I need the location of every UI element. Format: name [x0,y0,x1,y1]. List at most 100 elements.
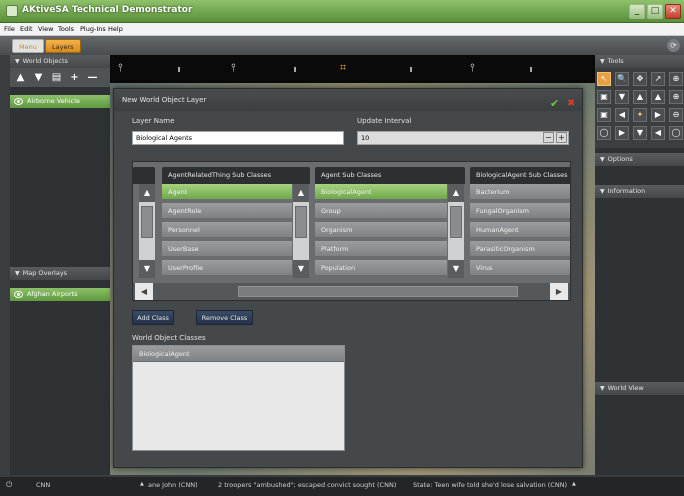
rotate-right-icon[interactable]: ◯ [669,126,683,140]
list-item[interactable]: Group [315,203,447,219]
compass-center-icon[interactable]: ✦ [633,108,647,122]
world-view-header[interactable]: ▼ World View [595,382,684,395]
scrollbar[interactable]: ▲ ▼ [293,184,309,278]
scrollbar[interactable]: ▲ ▼ [448,184,464,278]
tools-grid: ↖ 🔍 ✥ ↗ ⊕ ▣ ▼ ▲ ▲ ⊕ ▣ ◀ ✦ ▶ ⊖ ◯ ▶ ▼ ◀ ◯ [595,68,684,148]
add-class-button[interactable]: Add Class [132,310,174,325]
world-object-classes-list[interactable]: BiologicalAgent [132,345,345,451]
list-item[interactable]: HumanAgent [470,222,570,238]
area-tool-icon[interactable]: ▣ [597,108,611,122]
menu-edit[interactable]: Edit [20,25,33,33]
pointer-tool-icon[interactable]: ↗ [651,72,665,86]
tab-layers[interactable]: Layers [45,39,81,53]
list-item[interactable]: Bacterium [470,184,570,200]
tab-menu[interactable]: Menu [12,39,44,53]
list-item[interactable]: UserProfile [162,260,292,276]
collapse-arrow-icon: ▼ [15,58,20,65]
visibility-eye-icon[interactable] [14,98,23,105]
cancel-x-icon[interactable]: ✖ [567,93,575,115]
column-header: BiologicalAgent Sub Classes [470,167,570,184]
scroll-thumb[interactable] [295,206,307,238]
options-header[interactable]: ▼ Options [595,153,684,166]
zoom-in-icon[interactable]: ⊕ [669,72,683,86]
scroll-down-icon[interactable]: ▼ [448,260,464,278]
rewind-icon[interactable]: ◀ [651,126,665,140]
scroll-thumb[interactable] [238,286,518,297]
layer-name-label: Layer Name [132,117,175,125]
menu-help[interactable]: Help [108,25,123,33]
tilt-down-icon[interactable]: ▼ [615,90,629,104]
ticker-item[interactable]: 2 troopers "ambushed"; escaped convict s… [218,481,396,489]
information-header[interactable]: ▼ Information [595,185,684,198]
list-item[interactable]: Agent [162,184,292,200]
channel-label: CNN [36,481,51,489]
column-header: AgentRelatedThing Sub Classes [162,167,310,184]
world-object-item[interactable]: Airborne Vehicle [10,95,110,108]
list-item[interactable]: ParasiticOrganism [470,241,570,257]
map-overlays-header[interactable]: ▼ Map Overlays [10,267,110,280]
power-icon[interactable]: ⏻ [6,480,12,490]
scrollbar[interactable]: ▲ ▼ [139,184,155,278]
horizontal-scrollbar[interactable]: ◀ ▶ [133,283,570,300]
list-item[interactable]: Personnel [162,222,292,238]
ticker-item[interactable]: ane John (CNN) [148,481,198,489]
move-up-icon[interactable]: ▲ [14,71,27,84]
maximize-button[interactable]: □ [647,4,663,19]
menu-tools[interactable]: Tools [58,25,74,33]
update-interval-input[interactable]: 10 [357,131,569,145]
list-item[interactable]: FungalOrganism [470,203,570,219]
move-down-icon[interactable]: ▼ [32,71,45,84]
list-item[interactable]: Platform [315,241,447,257]
ticker-item[interactable]: State: Teen wife told she'd lose salvati… [413,481,567,489]
zoom-tool-icon[interactable]: 🔍 [615,72,629,86]
pan-tool-icon[interactable]: ✥ [633,72,647,86]
menu-view[interactable]: View [38,25,53,33]
scroll-up-icon[interactable]: ▲ [448,184,464,202]
scroll-down-icon[interactable]: ▼ [293,260,309,278]
frame-tool-icon[interactable]: ▣ [597,90,611,104]
pan-west-icon[interactable]: ◀ [615,108,629,122]
select-tool-icon[interactable]: ↖ [597,72,611,86]
play-icon[interactable]: ▶ [615,126,629,140]
scroll-thumb[interactable] [141,206,153,238]
list-item[interactable]: BiologicalAgent [133,346,344,362]
close-window-button[interactable]: ✕ [665,4,681,19]
list-item[interactable]: AgentRole [162,203,292,219]
world-objects-header[interactable]: ▼ World Objects [10,55,110,68]
scroll-right-icon[interactable]: ▶ [550,283,568,300]
list-item[interactable]: BiologicalAgent [315,184,447,200]
scroll-up-icon[interactable]: ▲ [293,184,309,202]
minimize-button[interactable]: _ [629,4,645,19]
tools-header[interactable]: ▼ Tools [595,55,684,68]
menu-plugins[interactable]: Plug-Ins [80,25,106,33]
list-item[interactable]: Population [315,260,447,276]
refresh-icon[interactable]: ⟳ [667,39,680,52]
properties-icon[interactable]: ▤ [50,71,63,84]
scroll-up-icon[interactable]: ▲ [139,184,155,202]
add-layer-icon[interactable]: + [68,71,81,84]
scroll-thumb[interactable] [450,206,462,238]
interval-increment-button[interactable]: + [556,132,567,143]
map-overlay-item[interactable]: Afghan Airports [10,288,110,301]
scroll-left-icon[interactable]: ◀ [135,283,153,300]
column-header: Agent Sub Classes [315,167,465,184]
rotate-left-icon[interactable]: ◯ [597,126,611,140]
tilt-up-icon[interactable]: ▲ [633,90,647,104]
scroll-down-icon[interactable]: ▼ [139,260,155,278]
remove-class-button[interactable]: Remove Class [196,310,253,325]
zoom-out-icon[interactable]: ⊖ [669,108,683,122]
layer-name-input[interactable]: Biological Agents [132,131,344,145]
list-item[interactable]: Virus [470,260,570,276]
timeline-tick [294,67,296,72]
confirm-check-icon[interactable]: ✔ [550,93,559,115]
list-item[interactable]: Organism [315,222,447,238]
list-item[interactable]: UserBase [162,241,292,257]
pan-north-icon[interactable]: ▲ [651,90,665,104]
interval-decrement-button[interactable]: − [543,132,554,143]
menu-file[interactable]: File [4,25,15,33]
visibility-eye-icon[interactable] [14,291,23,298]
pan-south-icon[interactable]: ▼ [633,126,647,140]
zoom-in-alt-icon[interactable]: ⊕ [669,90,683,104]
pan-east-icon[interactable]: ▶ [651,108,665,122]
remove-layer-icon[interactable]: — [86,71,99,84]
